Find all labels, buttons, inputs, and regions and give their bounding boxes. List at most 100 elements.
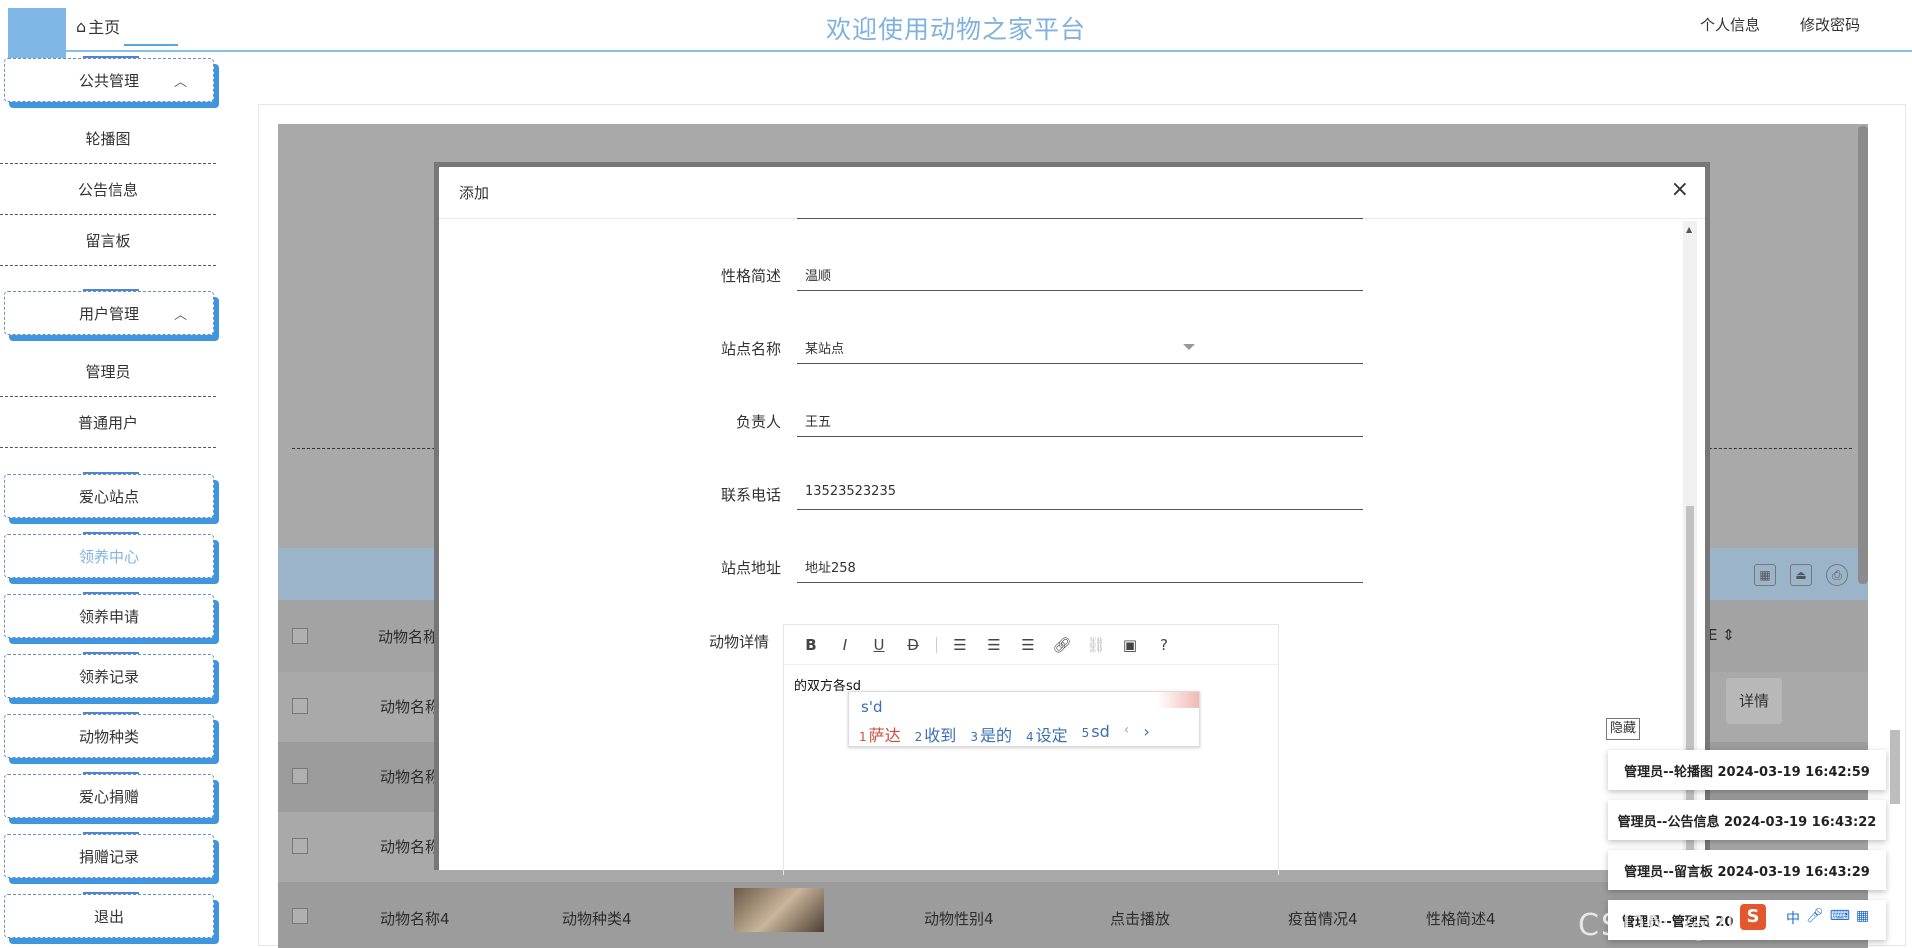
row-checkbox[interactable] (292, 768, 308, 784)
cell-animal-name: 动物名称 (380, 838, 441, 856)
add-dialog: 添加 × 性格简述 温顺 站点名称 某站点 负责人 王五 联系电话 135235… (434, 162, 1710, 875)
menu-group-label: 用户管理 (78, 304, 139, 323)
cell-vaccine: 疫苗情况4 (1288, 910, 1358, 928)
ime-mode-icon[interactable]: 中 (1786, 908, 1800, 928)
ime-toolbar: 中 🎤︎ ⌨︎ ▦ (1786, 908, 1869, 928)
image-icon[interactable]: ▣ (1113, 631, 1147, 659)
header-divider (66, 50, 1912, 52)
export-icon[interactable]: ⏏ (1790, 564, 1812, 586)
print-icon[interactable]: ⎙ (1826, 564, 1848, 586)
ime-candidate[interactable]: 3 是的 (970, 722, 1012, 746)
profile-link[interactable]: 个人信息 (1700, 14, 1760, 35)
chevron-up-icon: ︿ (173, 75, 187, 90)
cell-animal-gender: 动物性别4 (924, 910, 994, 928)
sidebar-item-animal-type[interactable]: 动物种类 (4, 712, 214, 758)
personality-input[interactable]: 温顺 (797, 257, 1363, 291)
bold-icon[interactable]: B (794, 631, 828, 659)
grid-icon[interactable]: ▦ (1754, 564, 1776, 586)
logout-button[interactable]: 退出 (4, 892, 214, 938)
ime-prev-icon[interactable]: ‹ (1124, 722, 1130, 746)
ime-candidate-window: s'd 1 萨达 2 收到 3 是的 4 设定 5 sd ‹ › (848, 691, 1200, 747)
sidebar-item-label: 退出 (93, 907, 124, 926)
microphone-icon[interactable]: 🎤︎ (1806, 908, 1824, 928)
cell-animal-name: 动物名称 (380, 768, 441, 786)
sidebar-item-label: 捐赠记录 (78, 847, 139, 866)
ime-logo (1157, 692, 1199, 708)
sort-icon[interactable]: ⇕ (1722, 626, 1735, 644)
ime-candidate[interactable]: 2 收到 (915, 722, 957, 746)
dialog-title: 添加 (459, 184, 490, 202)
detail-button[interactable]: 详情 (1726, 678, 1782, 724)
menu-group-users[interactable]: 用户管理 ︿ (4, 289, 214, 335)
address-input[interactable]: 地址258 (797, 549, 1363, 583)
ime-candidate[interactable]: 1 萨达 (859, 722, 901, 746)
cell-video[interactable]: 点击播放 (1110, 908, 1170, 929)
close-icon[interactable]: × (1671, 177, 1689, 202)
sidebar: 公共管理 ︿ 轮播图 公告信息 留言板 用户管理 ︿ 管理员 普通用户 爱心站点… (0, 54, 220, 948)
column-header-partial: E ⇕ (1708, 626, 1735, 644)
field-label-manager: 负责人 (735, 413, 781, 431)
menu-group-public[interactable]: 公共管理 ︿ (4, 56, 214, 102)
notification-toast[interactable]: 管理员--轮播图 2024-03-19 16:42:59 (1608, 750, 1886, 790)
rich-text-editor: B I U D ☰ ☰ ☰ 🔗︎ ⛓︎ ▣ ? 的双方各sd (783, 624, 1279, 875)
field-label-phone: 联系电话 (720, 486, 781, 504)
page-scrollbar[interactable] (1890, 730, 1900, 804)
manager-input[interactable]: 王五 (797, 403, 1363, 437)
notification-toast[interactable]: 管理员--公告信息 2024-03-19 16:43:22 (1608, 800, 1886, 840)
chevron-up-icon: ︿ (173, 308, 187, 323)
scroll-up-icon[interactable]: ▲ (1686, 225, 1692, 234)
row-checkbox[interactable] (292, 698, 308, 714)
select-all-checkbox[interactable] (292, 628, 308, 644)
sidebar-item-adoption-apply[interactable]: 领养申请 (4, 592, 214, 638)
sidebar-item-love-station[interactable]: 爱心站点 (4, 472, 214, 518)
strikethrough-icon[interactable]: D (896, 631, 930, 659)
toolbox-icon[interactable]: ▦ (1856, 908, 1869, 928)
page-title: 欢迎使用动物之家平台 (825, 15, 1086, 44)
ime-candidate[interactable]: 5 sd (1082, 722, 1110, 746)
row-checkbox[interactable] (292, 838, 308, 854)
sidebar-item-label: 领养中心 (78, 547, 139, 566)
change-password-link[interactable]: 修改密码 (1800, 14, 1860, 35)
sidebar-item-normal-user[interactable]: 普通用户 (0, 398, 216, 448)
ime-next-icon[interactable]: › (1143, 722, 1149, 746)
ime-composition: s'd (861, 698, 883, 716)
menu-group-label: 公共管理 (78, 71, 139, 90)
keyboard-icon[interactable]: ⌨︎ (1830, 908, 1850, 928)
field-label-station-name: 站点名称 (720, 340, 781, 358)
ime-candidates: 1 萨达 2 收到 3 是的 4 设定 5 sd ‹ › (859, 722, 1150, 746)
align-right-icon[interactable]: ☰ (1011, 631, 1045, 659)
hide-notifications-button[interactable]: 隐藏 (1606, 718, 1640, 740)
sidebar-item-label: 动物种类 (78, 727, 139, 746)
cell-animal-type: 动物种类4 (562, 910, 632, 928)
station-name-value: 某站点 (805, 342, 845, 357)
notification-toast[interactable]: 管理员--留言板 2024-03-19 16:43:29 (1608, 850, 1886, 890)
cell-personality: 性格简述4 (1426, 910, 1496, 928)
ime-candidate[interactable]: 4 设定 (1026, 722, 1068, 746)
dropdown-caret-icon (1183, 344, 1195, 350)
sidebar-item-label: 领养记录 (78, 667, 139, 686)
sidebar-item-message-board[interactable]: 留言板 (0, 216, 216, 266)
field-label-animal-detail: 动物详情 (708, 633, 769, 651)
italic-icon[interactable]: I (828, 631, 862, 659)
unlink-icon[interactable]: ⛓︎ (1079, 631, 1113, 659)
align-left-icon[interactable]: ☰ (943, 631, 977, 659)
underline-icon[interactable]: U (862, 631, 896, 659)
sidebar-item-donation-record[interactable]: 捐赠记录 (4, 832, 214, 878)
ime-tray-logo[interactable]: S (1740, 904, 1766, 930)
sidebar-item-notice[interactable]: 公告信息 (0, 165, 216, 215)
sidebar-item-adoption-center[interactable]: 领养中心 (4, 532, 214, 578)
sidebar-item-adoption-record[interactable]: 领养记录 (4, 652, 214, 698)
column-header-name: 动物名称 (378, 628, 439, 646)
sidebar-item-donation[interactable]: 爱心捐赠 (4, 772, 214, 818)
row-checkbox[interactable] (292, 908, 308, 924)
help-icon[interactable]: ? (1147, 631, 1181, 659)
link-icon[interactable]: 🔗︎ (1045, 631, 1079, 659)
table-scrollbar[interactable] (1858, 126, 1868, 584)
align-center-icon[interactable]: ☰ (977, 631, 1011, 659)
phone-input[interactable]: 13523523235 (797, 476, 1363, 510)
station-name-select[interactable]: 某站点 (797, 330, 1363, 364)
sidebar-item-admin[interactable]: 管理员 (0, 347, 216, 397)
sidebar-item-carousel[interactable]: 轮播图 (0, 114, 216, 164)
animal-photo (734, 888, 824, 932)
field-partial[interactable] (797, 187, 1363, 219)
